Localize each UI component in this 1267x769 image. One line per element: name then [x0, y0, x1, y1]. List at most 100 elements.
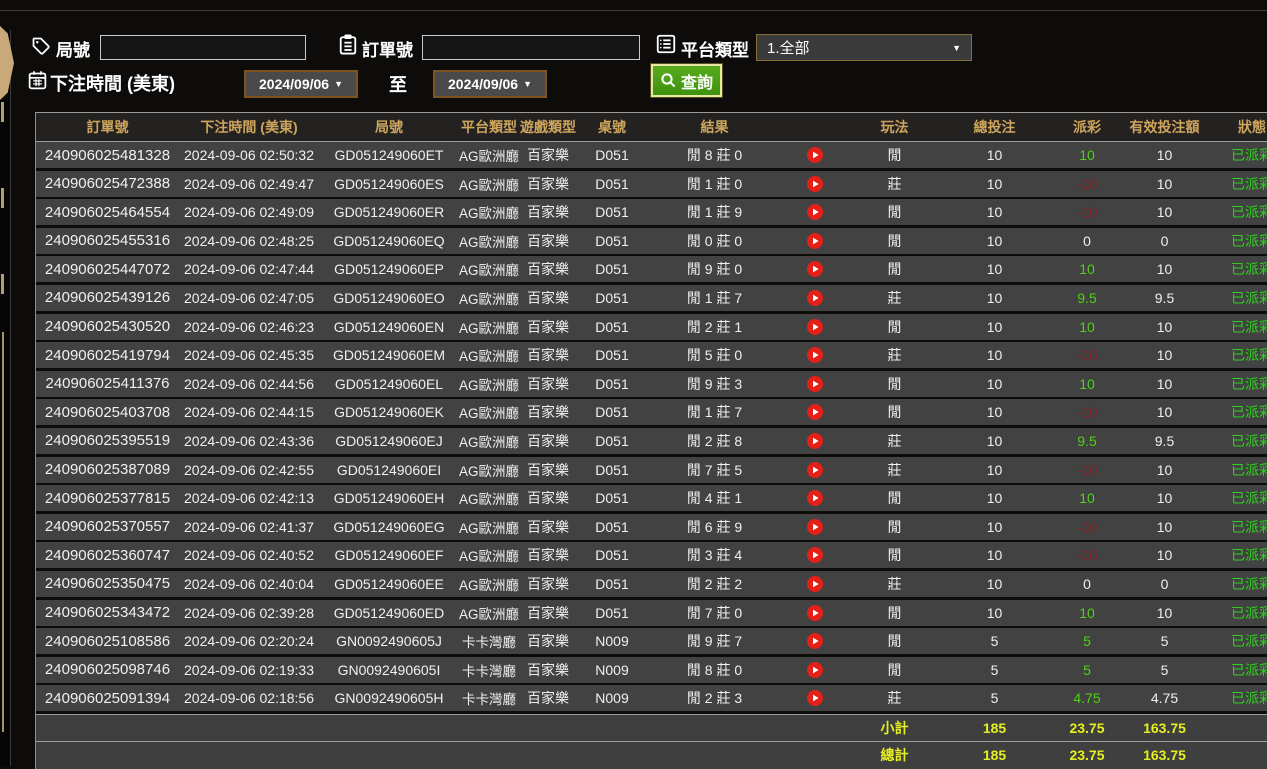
game-no-input[interactable]	[100, 35, 306, 60]
platform-type-label: 平台類型	[681, 41, 749, 60]
video-cell	[782, 575, 847, 592]
play-video-icon[interactable]	[806, 690, 823, 707]
tag-icon	[30, 35, 51, 56]
total-bet: 5	[990, 690, 999, 707]
table-row: 240906025430520 2024-09-06 02:46:23 GD05…	[36, 313, 1267, 340]
valid-bet: 5	[1160, 661, 1169, 678]
clipboard-icon	[338, 33, 358, 56]
play-video-icon[interactable]	[806, 633, 823, 650]
play-video-icon[interactable]	[806, 661, 823, 678]
sidebar-tick	[1, 188, 4, 208]
total-bet: 10	[986, 518, 1003, 535]
play-video-icon[interactable]	[806, 375, 823, 392]
platform-type: AG歐洲廳	[459, 349, 519, 365]
platform-type: AG歐洲廳	[459, 206, 519, 222]
total-bet: 10	[986, 347, 1003, 364]
payout: 5	[1083, 633, 1091, 650]
order-number: 240906025098746	[44, 661, 171, 679]
play-video-icon[interactable]	[806, 490, 823, 507]
valid-bet: 10	[1156, 347, 1173, 364]
game-number: GD051249060EL	[334, 375, 444, 392]
result-text: 閒 8 莊 0	[686, 661, 743, 678]
date-to-select[interactable]: 2024/09/06 ▼	[433, 70, 547, 98]
bet-side: 莊	[887, 575, 902, 592]
platform-type-select[interactable]: 1.全部 ▼	[756, 34, 972, 61]
result-text: 閒 7 莊 0	[686, 604, 743, 621]
search-button[interactable]: 查詢	[651, 64, 722, 97]
table-number: D051	[595, 604, 629, 621]
bet-side: 閒	[887, 204, 902, 221]
table-row: 240906025411376 2024-09-06 02:44:56 GD05…	[36, 370, 1267, 397]
order-no-input[interactable]	[422, 35, 640, 60]
table-row: 240906025350475 2024-09-06 02:40:04 GD05…	[36, 570, 1267, 597]
platform-type: AG歐洲廳	[459, 520, 519, 536]
video-cell	[782, 204, 847, 221]
bet-time: 2024-09-06 02:49:47	[184, 175, 314, 192]
play-video-icon[interactable]	[806, 347, 823, 364]
game-type: 百家樂	[527, 318, 569, 335]
play-video-icon[interactable]	[806, 261, 823, 278]
result-text: 閒 5 莊 0	[686, 347, 743, 364]
play-video-icon[interactable]	[806, 289, 823, 306]
game-type: 百家樂	[527, 375, 569, 392]
valid-bet: 4.75	[1150, 690, 1179, 707]
game-number: GD051249060EJ	[335, 432, 443, 449]
platform-type: AG歐洲廳	[459, 149, 519, 164]
table-number: D051	[595, 232, 629, 249]
result-text: 閒 6 莊 9	[686, 518, 743, 535]
play-video-icon[interactable]	[806, 147, 823, 163]
play-video-icon[interactable]	[806, 232, 823, 249]
play-video-icon[interactable]	[806, 404, 823, 421]
game-number: GD051249060EE	[334, 575, 444, 592]
order-no-label: 訂單號	[362, 41, 413, 60]
play-video-icon[interactable]	[806, 175, 823, 192]
game-number: GD051249060EP	[334, 261, 444, 278]
play-video-icon[interactable]	[806, 518, 823, 535]
platform-type: AG歐洲廳	[459, 463, 519, 479]
game-number: GD051249060ES	[334, 175, 444, 192]
table-row: 240906025403708 2024-09-06 02:44:15 GD05…	[36, 399, 1267, 426]
video-cell	[782, 461, 847, 478]
play-video-icon[interactable]	[806, 547, 823, 564]
payout: -10	[1076, 404, 1098, 421]
header-result: 結果	[700, 119, 729, 135]
payout: 9.5	[1077, 432, 1097, 449]
table-row: 240906025464554 2024-09-06 02:49:09 GD05…	[36, 199, 1267, 226]
game-type: 百家樂	[527, 575, 569, 592]
game-type: 百家樂	[527, 490, 569, 507]
platform-type: AG歐洲廳	[459, 606, 519, 622]
game-number: GN0092490605J	[336, 633, 442, 650]
game-number: GD051249060ED	[333, 604, 445, 621]
payout: 10	[1079, 261, 1095, 278]
play-video-icon[interactable]	[806, 575, 823, 592]
header-time: 下注時間 (美東)	[200, 119, 298, 135]
sidebar-expand-tab[interactable]	[0, 26, 14, 100]
platform-type: AG歐洲廳	[459, 434, 519, 450]
bet-time: 2024-09-06 02:41:37	[184, 518, 314, 535]
play-video-icon[interactable]	[806, 604, 823, 621]
play-video-icon[interactable]	[806, 318, 823, 335]
result-text: 閒 1 莊 9	[686, 204, 743, 221]
game-number: GN0092490605I	[337, 661, 441, 678]
valid-bet: 10	[1156, 375, 1173, 392]
valid-bet: 10	[1156, 318, 1173, 335]
play-video-icon[interactable]	[806, 461, 823, 478]
game-type: 百家樂	[527, 204, 569, 221]
status-badge: 已派彩	[1231, 404, 1267, 421]
header-valid-bet: 有效投注額	[1129, 119, 1200, 135]
platform-type: AG歐洲廳	[459, 406, 519, 422]
table-number: D051	[595, 347, 629, 364]
subtotal-payout: 23.75	[1069, 720, 1105, 737]
bet-side: 莊	[887, 432, 902, 449]
game-number: GD051249060EG	[333, 518, 445, 535]
platform-type-value: 1.全部	[767, 40, 810, 57]
table-number: N009	[595, 690, 629, 707]
bet-time: 2024-09-06 02:50:32	[184, 147, 314, 163]
calendar-icon	[27, 69, 48, 91]
valid-bet: 9.5	[1154, 432, 1175, 449]
bet-time: 2024-09-06 02:44:56	[184, 375, 314, 392]
status-badge: 已派彩	[1231, 147, 1267, 163]
play-video-icon[interactable]	[806, 204, 823, 221]
play-video-icon[interactable]	[806, 432, 823, 449]
date-from-select[interactable]: 2024/09/06 ▼	[244, 70, 358, 98]
